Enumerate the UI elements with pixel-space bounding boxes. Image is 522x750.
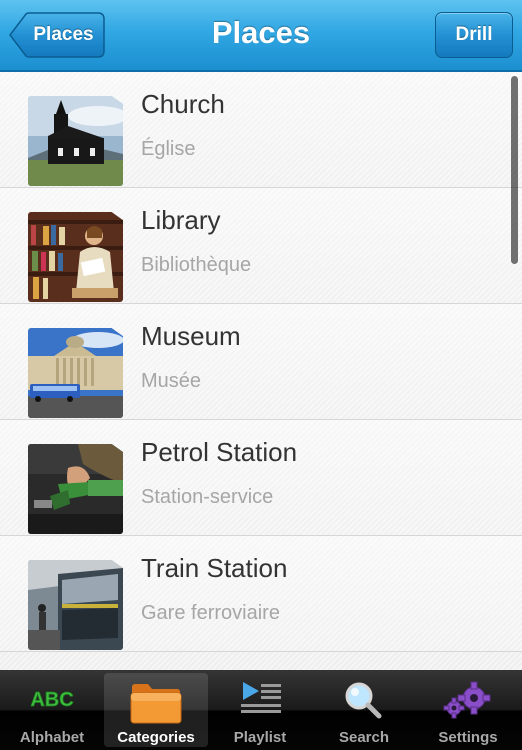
folder-icon — [104, 681, 208, 725]
gears-icon — [416, 678, 520, 722]
magnifier-icon — [312, 678, 416, 722]
item-title: Church — [141, 89, 225, 119]
list-item[interactable]: Museum Musée — [0, 304, 522, 420]
tab-playlist[interactable]: Playlist — [208, 670, 312, 750]
item-title: Library — [141, 205, 221, 235]
list-item[interactable]: Library Bibliothèque — [0, 188, 522, 304]
tab-label: Settings — [438, 729, 498, 746]
playlist-icon — [208, 678, 312, 722]
museum-photo — [28, 328, 123, 418]
list-item[interactable]: Church Église — [0, 72, 522, 188]
library-photo — [28, 212, 123, 302]
tab-label: Categories — [117, 729, 195, 746]
tab-categories[interactable]: Categories — [104, 673, 208, 747]
navigation-bar: Places Places Drill — [0, 0, 522, 72]
item-title: Petrol Station — [141, 437, 298, 467]
petrol-pump-photo — [28, 444, 123, 534]
item-subtitle: Bibliothèque — [141, 254, 252, 276]
tab-settings[interactable]: Settings — [416, 670, 520, 750]
places-list[interactable]: Church Église Library Bibliothèque Museu… — [0, 72, 522, 670]
list-item[interactable]: Petrol Station Station-service — [0, 420, 522, 536]
scroll-indicator[interactable] — [511, 76, 518, 264]
tab-label: Search — [338, 729, 390, 746]
item-title: Museum — [141, 321, 241, 351]
item-subtitle: Musée — [141, 370, 202, 392]
item-subtitle: Station-service — [141, 486, 274, 508]
tab-alphabet[interactable]: ABC Alphabet — [0, 670, 104, 750]
tab-label: Playlist — [233, 729, 287, 746]
abc-icon: ABC — [0, 678, 104, 722]
tab-bar: ABC Alphabet Categories Playlist Search … — [0, 670, 522, 750]
item-title: Train Station — [141, 553, 288, 583]
church-photo — [28, 96, 123, 186]
tab-search[interactable]: Search — [312, 670, 416, 750]
tab-label: Alphabet — [19, 729, 85, 746]
list-item[interactable]: Train Station Gare ferroviaire — [0, 536, 522, 652]
item-subtitle: Église — [141, 138, 196, 160]
abc-icon-text: ABC — [30, 689, 73, 711]
drill-button[interactable]: Drill — [435, 12, 513, 58]
train-photo — [28, 560, 123, 650]
item-subtitle: Gare ferroviaire — [141, 602, 280, 624]
